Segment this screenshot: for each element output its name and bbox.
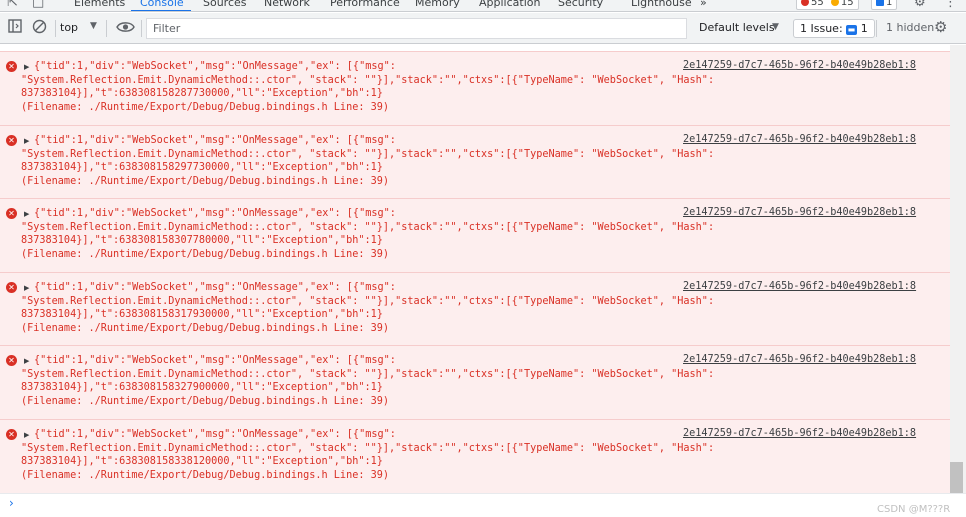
error-count: 55	[811, 0, 824, 8]
message-line: "System.Reflection.Emit.DynamicMethod::.…	[21, 295, 715, 307]
error-icon: ✕	[6, 282, 17, 293]
toolbar-divider	[106, 20, 107, 37]
context-selector[interactable]: top	[60, 21, 78, 34]
console-prompt[interactable]: ›	[0, 493, 966, 517]
source-link[interactable]: 2e147259-d7c7-465b-96f2-b40e49b28eb1:8	[683, 354, 916, 365]
sidebar-toggle-icon[interactable]	[8, 19, 22, 36]
warning-count: 15	[840, 0, 854, 8]
source-link[interactable]: 2e147259-d7c7-465b-96f2-b40e49b28eb1:8	[683, 60, 916, 71]
source-link[interactable]: 2e147259-d7c7-465b-96f2-b40e49b28eb1:8	[683, 281, 916, 292]
message-line: "System.Reflection.Emit.DynamicMethod::.…	[21, 442, 715, 454]
console-error-message[interactable]: ✕ ▶ {"tid":1,"div":"WebSocket","msg":"On…	[0, 51, 950, 125]
log-levels-dropdown[interactable]: Default levels	[699, 21, 775, 34]
message-line: 837383104}],"t":638308158307780000,"ll":…	[21, 235, 383, 247]
tab-elements[interactable]: Elements	[74, 0, 125, 9]
console-error-message[interactable]: ✕ ▶ {"tid":1,"div":"WebSocket","msg":"On…	[0, 345, 950, 419]
console-error-message[interactable]: ✕ ▶ {"tid":1,"div":"WebSocket","msg":"On…	[0, 198, 950, 272]
hidden-messages-count: 1 hidden	[886, 21, 935, 34]
info-count: 1	[886, 0, 893, 8]
context-dropdown-icon[interactable]: ▼	[90, 21, 97, 31]
error-icon: ✕	[6, 135, 17, 146]
message-line: {"tid":1,"div":"WebSocket","msg":"OnMess…	[34, 135, 396, 146]
issues-count: 1	[860, 22, 868, 35]
source-link[interactable]: 2e147259-d7c7-465b-96f2-b40e49b28eb1:8	[683, 428, 916, 439]
tab-memory[interactable]: Memory	[415, 0, 460, 9]
source-link[interactable]: 2e147259-d7c7-465b-96f2-b40e49b28eb1:8	[683, 134, 916, 145]
tab-network[interactable]: Network	[264, 0, 310, 9]
toolbar-divider	[141, 20, 142, 37]
tab-sources[interactable]: Sources	[203, 0, 247, 9]
message-line: {"tid":1,"div":"WebSocket","msg":"OnMess…	[34, 355, 396, 366]
message-line: "System.Reflection.Emit.DynamicMethod::.…	[21, 221, 715, 233]
console-error-message[interactable]: ✕ ▶ {"tid":1,"div":"WebSocket","msg":"On…	[0, 125, 950, 199]
message-line: (Filename: ./Runtime/Export/Debug/Debug.…	[21, 101, 390, 113]
error-message-text: {"tid":1,"div":"WebSocket","msg":"OnMess…	[21, 134, 761, 188]
live-expression-eye-icon[interactable]	[116, 20, 135, 37]
console-filter-input[interactable]	[146, 18, 687, 39]
inspect-element-icon[interactable]: ⇱	[7, 0, 18, 10]
message-line: 837383104}],"t":638308158287730000,"ll":…	[21, 88, 383, 100]
error-icon: ✕	[6, 208, 17, 219]
prompt-chevron-icon: ›	[9, 496, 14, 510]
info-flag-icon	[876, 0, 884, 6]
message-line: 837383104}],"t":638308158317930000,"ll":…	[21, 309, 383, 321]
watermark: CSDN @M???R	[877, 504, 951, 515]
issue-flag-icon: ▬	[845, 25, 858, 35]
error-message-text: {"tid":1,"div":"WebSocket","msg":"OnMess…	[21, 207, 761, 261]
settings-gear-icon[interactable]: ⚙	[914, 0, 926, 10]
message-line: {"tid":1,"div":"WebSocket","msg":"OnMess…	[34, 61, 396, 72]
message-line: (Filename: ./Runtime/Export/Debug/Debug.…	[21, 175, 390, 187]
message-line: (Filename: ./Runtime/Export/Debug/Debug.…	[21, 469, 390, 481]
warning-dot-icon	[830, 0, 839, 6]
message-line: "System.Reflection.Emit.DynamicMethod::.…	[21, 368, 715, 380]
devtools-tab-strip: ⇱ □ Elements Console Sources Network Per…	[0, 0, 966, 12]
error-icon: ✕	[6, 429, 17, 440]
console-error-message[interactable]: ✕ ▶ {"tid":1,"div":"WebSocket","msg":"On…	[0, 272, 950, 346]
message-line: "System.Reflection.Emit.DynamicMethod::.…	[21, 74, 715, 86]
issues-label: 1 Issue:	[800, 22, 843, 35]
source-link[interactable]: 2e147259-d7c7-465b-96f2-b40e49b28eb1:8	[683, 207, 916, 218]
console-toolbar: top ▼ Default levels ▼ 1 Issue:▬ 1 1 hid…	[0, 13, 966, 44]
error-message-text: {"tid":1,"div":"WebSocket","msg":"OnMess…	[21, 60, 761, 114]
clear-console-icon[interactable]	[32, 19, 47, 37]
info-count-badge[interactable]: 1	[871, 0, 898, 10]
levels-dropdown-icon[interactable]: ▼	[772, 22, 779, 32]
message-line: (Filename: ./Runtime/Export/Debug/Debug.…	[21, 248, 390, 260]
console-log: ✕ ▶ {"tid":1,"div":"WebSocket","msg":"On…	[0, 45, 950, 493]
toolbar-divider	[876, 20, 877, 37]
message-line: 837383104}],"t":638308158297730000,"ll":…	[21, 162, 383, 174]
message-line: {"tid":1,"div":"WebSocket","msg":"OnMess…	[34, 429, 396, 440]
message-line: {"tid":1,"div":"WebSocket","msg":"OnMess…	[34, 208, 396, 219]
error-icon: ✕	[6, 355, 17, 366]
message-line: {"tid":1,"div":"WebSocket","msg":"OnMess…	[34, 282, 396, 293]
message-line: 837383104}],"t":638308158338120000,"ll":…	[21, 456, 383, 468]
error-message-text: {"tid":1,"div":"WebSocket","msg":"OnMess…	[21, 354, 761, 408]
console-scrollbar-track[interactable]	[950, 45, 966, 493]
issues-button[interactable]: 1 Issue: ▬ 1	[793, 19, 875, 38]
tab-application[interactable]: Application	[479, 0, 540, 9]
error-message-text: {"tid":1,"div":"WebSocket","msg":"OnMess…	[21, 428, 761, 482]
message-line: 837383104}],"t":638308158327900000,"ll":…	[21, 382, 383, 394]
more-tabs-icon[interactable]: »	[700, 0, 707, 9]
error-count-badge[interactable]: 55 15	[796, 0, 859, 10]
active-tab-indicator	[131, 10, 191, 11]
message-line: (Filename: ./Runtime/Export/Debug/Debug.…	[21, 395, 390, 407]
message-line: (Filename: ./Runtime/Export/Debug/Debug.…	[21, 322, 390, 334]
error-icon: ✕	[6, 61, 17, 72]
console-scrollbar-thumb[interactable]	[950, 462, 963, 494]
error-dot-icon	[801, 0, 809, 6]
tab-lighthouse[interactable]: Lighthouse	[631, 0, 692, 9]
tab-console[interactable]: Console	[140, 0, 184, 9]
tab-performance[interactable]: Performance	[330, 0, 400, 9]
more-options-icon[interactable]: ⋮	[944, 0, 957, 10]
device-toolbar-icon[interactable]: □	[32, 0, 44, 10]
console-error-message[interactable]: ✕ ▶ {"tid":1,"div":"WebSocket","msg":"On…	[0, 419, 950, 493]
error-message-text: {"tid":1,"div":"WebSocket","msg":"OnMess…	[21, 281, 761, 335]
toolbar-divider	[55, 20, 56, 37]
message-line: "System.Reflection.Emit.DynamicMethod::.…	[21, 148, 715, 160]
console-settings-gear-icon[interactable]: ⚙	[934, 18, 947, 36]
tab-security[interactable]: Security	[558, 0, 603, 9]
